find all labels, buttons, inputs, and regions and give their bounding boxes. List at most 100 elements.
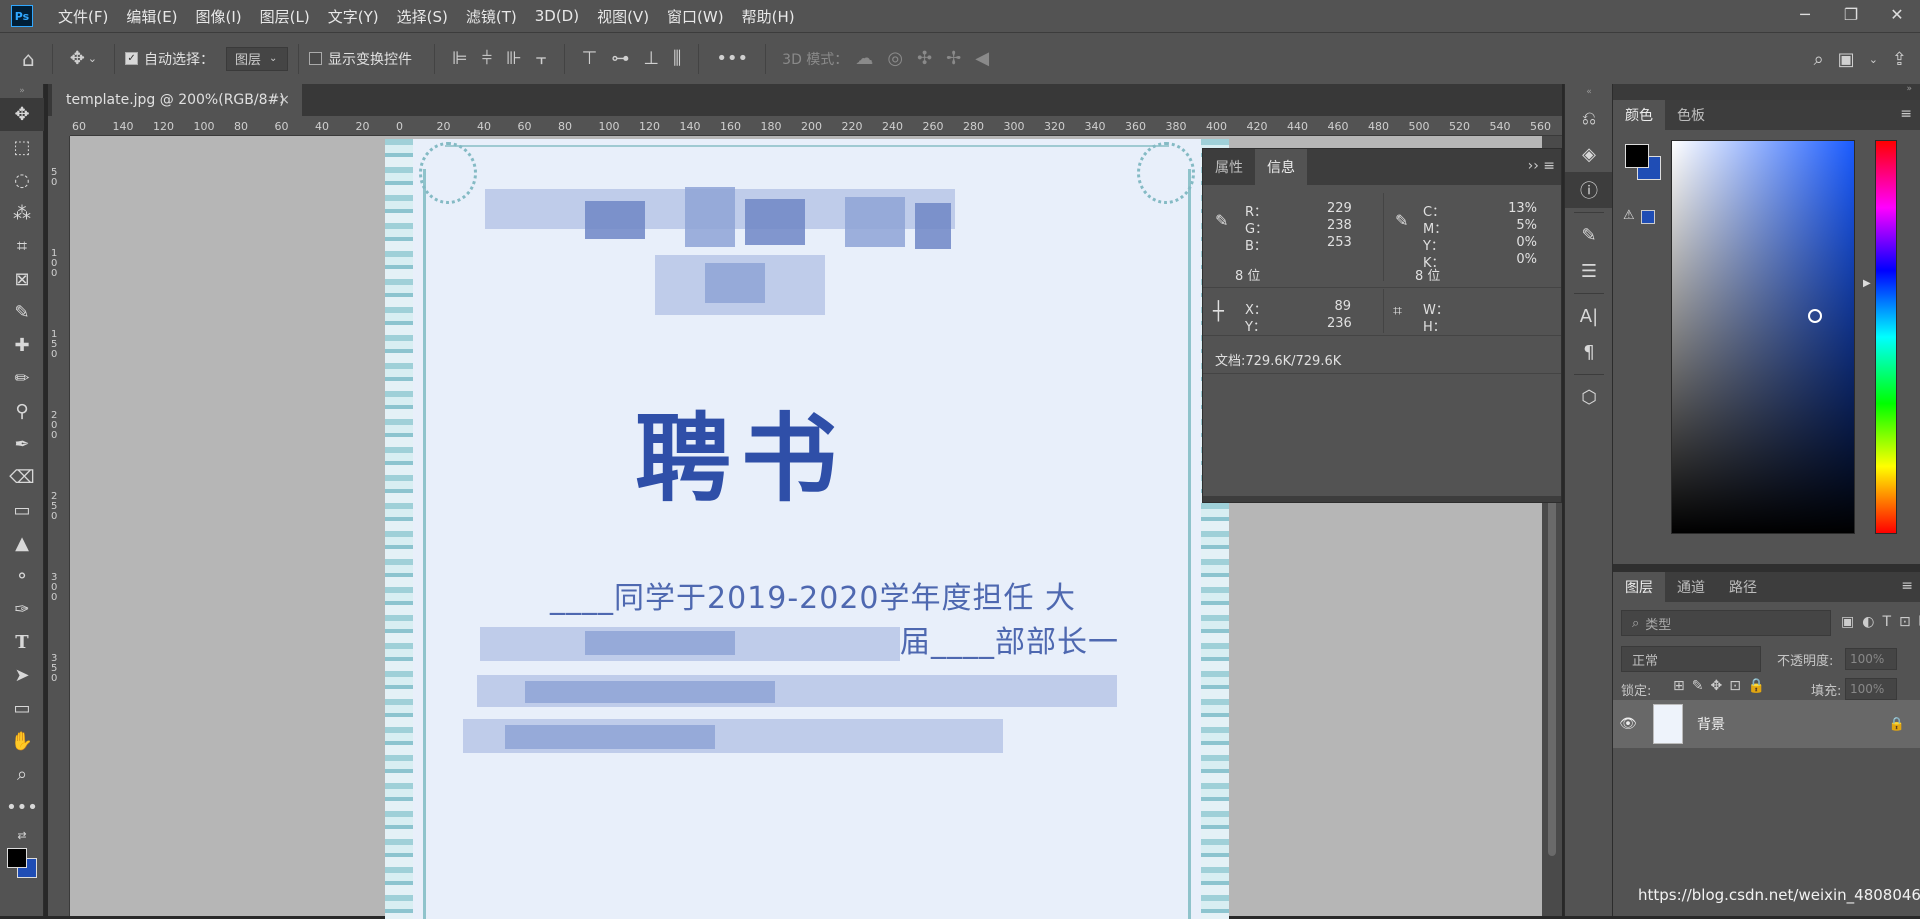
menu-edit[interactable]: 编辑(E) — [126, 6, 177, 27]
camera-3d-icon[interactable]: ◀ — [975, 48, 989, 69]
menu-layer[interactable]: 图层(L) — [260, 6, 310, 27]
align-hcenter-icon[interactable]: ⫩ — [482, 48, 492, 69]
align-top-icon[interactable]: ⫟ — [536, 48, 547, 69]
menu-window[interactable]: 窗口(W) — [667, 6, 724, 27]
adjustments-panel-icon[interactable]: ☰ — [1565, 253, 1613, 289]
dodge-tool-icon[interactable]: ⚬ — [0, 560, 44, 593]
document-tab[interactable]: template.jpg @ 200%(RGB/8#) × — [52, 84, 302, 116]
tab-paths[interactable]: 路径 — [1717, 572, 1769, 602]
zoom-tool-icon[interactable]: ⌕ — [0, 758, 44, 791]
move-tool-icon[interactable]: ✥ — [0, 98, 44, 131]
stamp-tool-icon[interactable]: ⚲ — [0, 395, 44, 428]
pen-tool-icon[interactable]: ✑ — [0, 593, 44, 626]
align-bottom-icon[interactable]: ⊥ — [643, 48, 659, 69]
drag-3d-icon[interactable]: ✣ — [917, 48, 932, 69]
color-swatches[interactable] — [0, 846, 44, 886]
collapse-icon[interactable]: « — [1565, 84, 1613, 100]
edit-toolbar-icon[interactable]: ••• — [0, 791, 44, 824]
auto-select-checkbox[interactable]: ✓ — [125, 52, 139, 65]
tab-layers[interactable]: 图层 — [1613, 572, 1665, 602]
panel-menu-icon[interactable]: ≡ — [1901, 578, 1913, 594]
marquee-tool-icon[interactable]: ⬚ — [0, 131, 44, 164]
foreground-color-swatch[interactable] — [7, 848, 27, 868]
menu-type[interactable]: 文字(Y) — [328, 6, 379, 27]
panel-resize-handle[interactable] — [1203, 496, 1561, 502]
slide-3d-icon[interactable]: ✢ — [946, 48, 961, 69]
chevron-down-icon[interactable]: ⌄ — [1869, 53, 1878, 66]
minimize-icon[interactable]: ─ — [1782, 0, 1828, 28]
menu-image[interactable]: 图像(I) — [196, 6, 242, 27]
panel-menu-icon[interactable]: ≡ — [1900, 106, 1912, 122]
character-panel-icon[interactable]: A| — [1565, 298, 1613, 334]
layer-filter-icons[interactable]: ▣◐T⊡⎘ — [1841, 614, 1920, 630]
workspace-icon[interactable]: ▣ — [1838, 49, 1855, 70]
brush-tool-icon[interactable]: ✏ — [0, 362, 44, 395]
blend-mode-dropdown[interactable]: 正常 — [1621, 646, 1761, 672]
search-icon[interactable]: ⌕ — [1814, 49, 1824, 70]
gradient-tool-icon[interactable]: ▭ — [0, 494, 44, 527]
3d-panel-icon[interactable]: ⬡ — [1565, 379, 1613, 415]
layer-filter-dropdown[interactable]: ⌕ 类型 — [1621, 610, 1831, 636]
show-transform-checkbox[interactable] — [309, 52, 323, 65]
color-picker-field[interactable] — [1671, 140, 1855, 534]
swap-colors-icon[interactable]: ⇄ — [0, 824, 44, 846]
quick-select-tool-icon[interactable]: ⁂ — [0, 197, 44, 230]
paragraph-panel-icon[interactable]: ¶ — [1565, 334, 1613, 370]
tab-properties[interactable]: 属性 — [1203, 149, 1255, 185]
restore-icon[interactable]: ❐ — [1828, 0, 1874, 28]
tab-swatches[interactable]: 色板 — [1665, 100, 1717, 130]
eraser-tool-icon[interactable]: ⌫ — [0, 461, 44, 494]
healing-tool-icon[interactable]: ✚ — [0, 329, 44, 362]
menu-help[interactable]: 帮助(H) — [742, 6, 795, 27]
auto-select-dropdown[interactable]: 图层 ⌄ — [226, 46, 289, 71]
menu-file[interactable]: 文件(F) — [58, 6, 108, 27]
hue-slider-marker-icon[interactable]: ▶ — [1863, 278, 1871, 289]
close-icon[interactable]: × — [278, 92, 290, 108]
type-tool-icon[interactable]: T — [0, 626, 44, 659]
hand-tool-icon[interactable]: ✋ — [0, 725, 44, 758]
eyedropper-tool-icon[interactable]: ✎ — [0, 296, 44, 329]
home-icon[interactable]: ⌂ — [22, 47, 35, 71]
align-left-icon[interactable]: ⊫ — [452, 48, 468, 69]
menu-3d[interactable]: 3D(D) — [535, 7, 579, 25]
tab-color[interactable]: 颜色 — [1613, 100, 1665, 130]
foreground-color-swatch[interactable] — [1625, 144, 1649, 168]
color-picker-cursor[interactable] — [1808, 309, 1822, 323]
history-brush-icon[interactable]: ✒ — [0, 428, 44, 461]
more-options-icon[interactable]: ••• — [716, 48, 748, 69]
opacity-input[interactable]: 100% — [1845, 648, 1897, 670]
blur-tool-icon[interactable]: ▲ — [0, 527, 44, 560]
distribute-icon[interactable]: ⫼ — [673, 48, 681, 69]
crop-tool-icon[interactable]: ⌗ — [0, 230, 44, 263]
collapse-toolbar-icon[interactable]: » — [0, 84, 44, 98]
brushes-panel-icon[interactable]: ✎ — [1565, 217, 1613, 253]
frame-tool-icon[interactable]: ⊠ — [0, 263, 44, 296]
panel-menu-icon[interactable]: ›› ≡ — [1528, 158, 1555, 174]
move-tool-icon[interactable]: ✥ — [70, 48, 85, 69]
collapse-icon[interactable]: » — [1613, 84, 1920, 100]
share-icon[interactable]: ⇪ — [1892, 49, 1907, 70]
tab-info[interactable]: 信息 — [1255, 149, 1307, 185]
align-vcenter-icon[interactable]: ⊶ — [611, 48, 629, 69]
menu-filter[interactable]: 滤镜(T) — [466, 6, 517, 27]
eye-visibility-icon[interactable]: 👁 — [1613, 716, 1643, 732]
chevron-down-icon[interactable]: ⌄ — [88, 52, 97, 65]
history-panel-icon[interactable]: ⎌ — [1565, 100, 1613, 136]
fill-input[interactable]: 100% — [1845, 678, 1897, 700]
orbit-3d-icon[interactable]: ☁ — [855, 48, 873, 69]
libraries-panel-icon[interactable]: ◈ — [1565, 136, 1613, 172]
layer-row[interactable]: 👁 背景 🔒 — [1613, 700, 1920, 748]
align-vtop-icon[interactable]: ⊤ — [582, 48, 598, 69]
lock-icons[interactable]: ⊞✎✥⊡🔒 — [1673, 678, 1772, 694]
menu-view[interactable]: 视图(V) — [597, 6, 649, 27]
hue-slider[interactable] — [1875, 140, 1897, 534]
menu-select[interactable]: 选择(S) — [397, 6, 448, 27]
path-select-tool-icon[interactable]: ➤ — [0, 659, 44, 692]
lasso-tool-icon[interactable]: ◌ — [0, 164, 44, 197]
tab-channels[interactable]: 通道 — [1665, 572, 1717, 602]
roll-3d-icon[interactable]: ◎ — [887, 48, 903, 69]
info-panel-icon[interactable]: ⓘ — [1565, 172, 1613, 208]
gamut-color-swatch[interactable] — [1641, 210, 1655, 224]
close-window-icon[interactable]: ✕ — [1874, 0, 1920, 28]
rectangle-tool-icon[interactable]: ▭ — [0, 692, 44, 725]
